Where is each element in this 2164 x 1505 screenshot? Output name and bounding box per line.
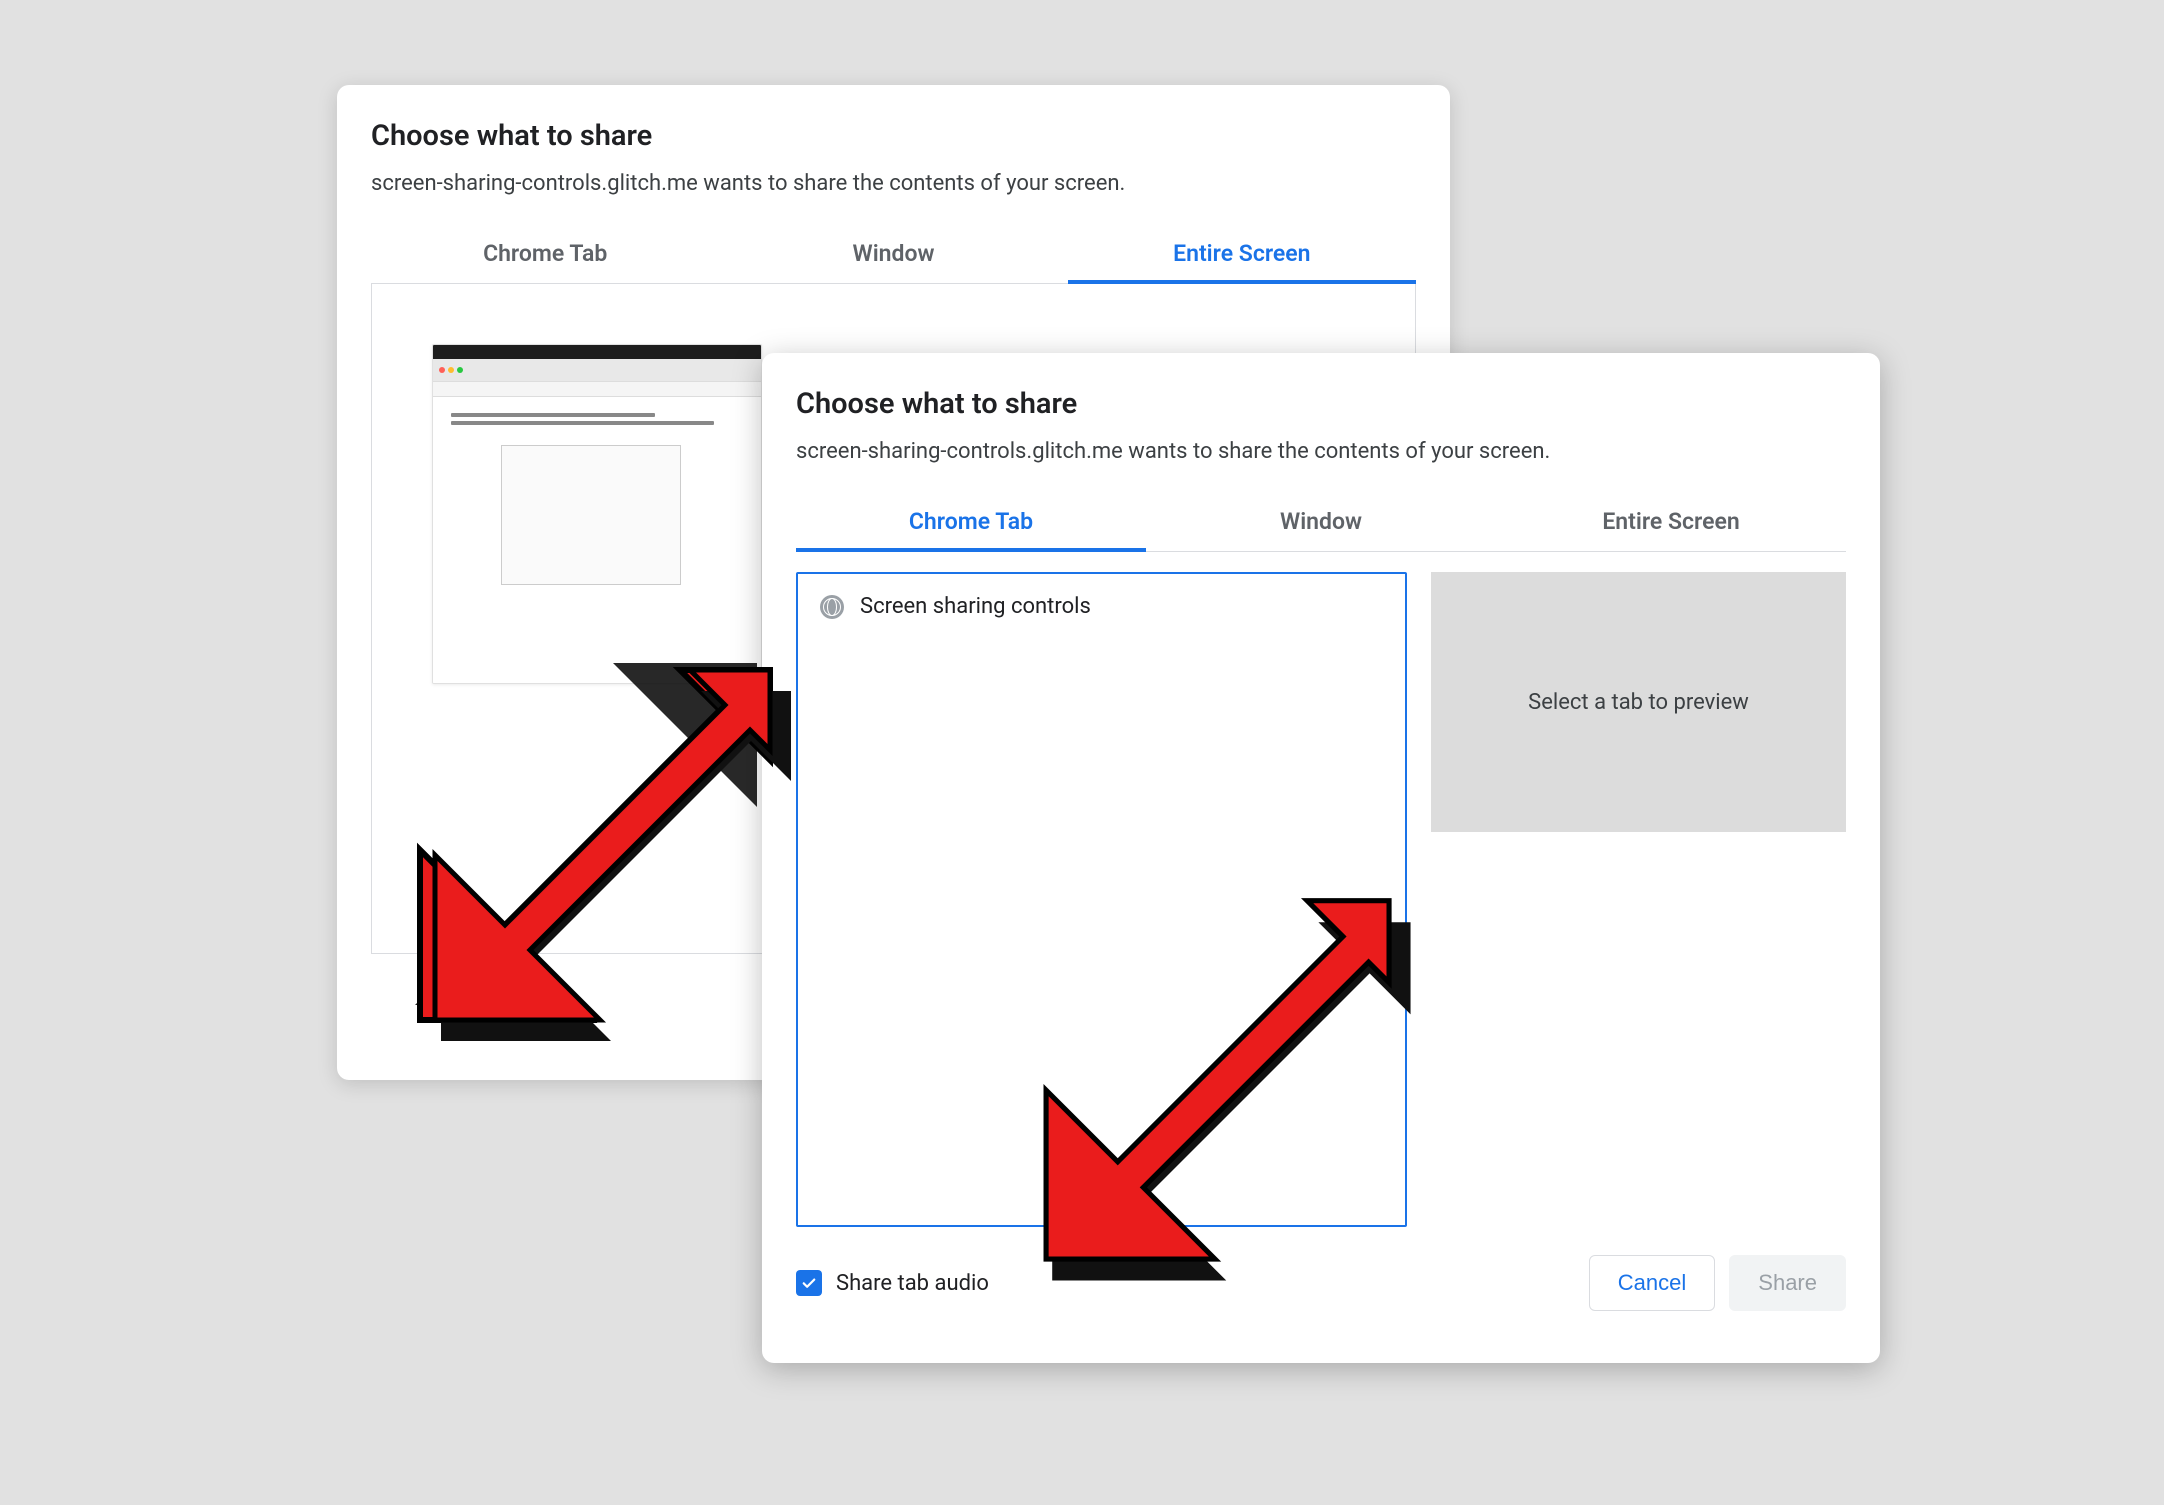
checkbox-icon <box>796 1270 822 1296</box>
tab-window[interactable]: Window <box>1146 494 1496 551</box>
share-source-tabs: Chrome Tab Window Entire Screen <box>371 226 1416 284</box>
share-source-tabs: Chrome Tab Window Entire Screen <box>796 494 1846 552</box>
share-button: Share <box>1729 1255 1846 1311</box>
tab-preview-placeholder: Select a tab to preview <box>1431 572 1846 832</box>
tab-window[interactable]: Window <box>719 226 1067 283</box>
tab-entire-screen[interactable]: Entire Screen <box>1068 226 1416 283</box>
tab-chrome-tab[interactable]: Chrome Tab <box>371 226 719 283</box>
tab-chrome-tab[interactable]: Chrome Tab <box>796 494 1146 551</box>
tab-entire-screen[interactable]: Entire Screen <box>1496 494 1846 551</box>
tab-list-item[interactable]: Screen sharing controls <box>820 594 1383 619</box>
share-tab-audio-label: Share tab audio <box>836 1271 989 1296</box>
screen-thumbnail[interactable] <box>432 344 762 684</box>
cancel-button[interactable]: Cancel <box>1589 1255 1715 1311</box>
share-tab-audio-checkbox[interactable]: Share tab audio <box>796 1270 989 1296</box>
dialog-subtitle: screen-sharing-controls.glitch.me wants … <box>371 171 1416 196</box>
dialog-subtitle: screen-sharing-controls.glitch.me wants … <box>796 439 1846 464</box>
tab-list-item-label: Screen sharing controls <box>860 594 1091 619</box>
dialog-title: Choose what to share <box>371 119 1416 153</box>
share-dialog-chrome-tab: Choose what to share screen-sharing-cont… <box>762 353 1880 1363</box>
globe-icon <box>820 595 844 619</box>
tab-list-panel: Screen sharing controls <box>796 572 1407 1227</box>
dialog-title: Choose what to share <box>796 387 1846 421</box>
